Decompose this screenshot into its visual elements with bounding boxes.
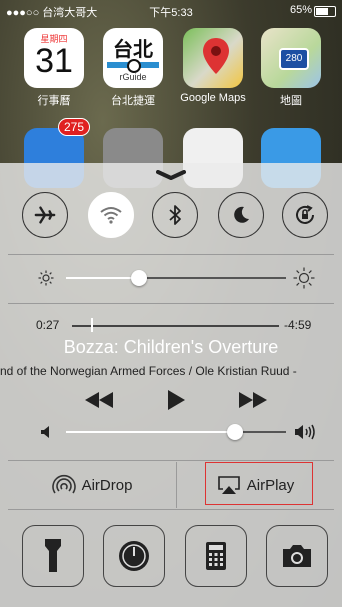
calendar-day-number: 31	[35, 42, 73, 80]
calendar-app[interactable]: 星期四 31	[24, 28, 84, 88]
scrubber-marker[interactable]	[90, 318, 93, 332]
moon-icon	[234, 206, 249, 223]
divider	[8, 254, 334, 255]
elapsed-time: 0:27	[36, 318, 60, 332]
airplay-button[interactable]: AirPlay	[177, 462, 334, 508]
divider	[8, 303, 334, 304]
volume-low-icon	[41, 426, 49, 438]
brightness-high-icon	[293, 267, 315, 289]
timer-button[interactable]	[103, 525, 165, 587]
play-icon[interactable]	[166, 389, 186, 411]
airdrop-icon	[51, 474, 76, 494]
brightness-fill	[66, 277, 139, 279]
flashlight-button[interactable]	[22, 525, 84, 587]
divider	[8, 460, 334, 461]
volume-fill	[66, 431, 236, 433]
maps-app[interactable]: 280	[261, 28, 321, 88]
calculator-button[interactable]	[185, 525, 247, 587]
google-maps-app-label: Google Maps	[180, 92, 246, 104]
song-artist: nd of the Norwegian Armed Forces / Ole K…	[0, 364, 297, 378]
taipei-metro-app[interactable]: 台北 rGuide	[103, 28, 163, 88]
calendar-app-label: 行事曆	[37, 95, 71, 107]
battery-icon	[314, 6, 336, 17]
camera-icon	[283, 545, 311, 567]
maps-app-label: 地圖	[280, 95, 302, 107]
airplay-icon	[217, 476, 240, 494]
airplane-mode-toggle[interactable]	[22, 192, 68, 238]
status-bar: ●●●○○ 台湾大哥大 下午5:33 65%	[0, 0, 342, 20]
dismiss-chevron-icon[interactable]	[156, 170, 186, 180]
do-not-disturb-toggle[interactable]	[218, 192, 264, 238]
remaining-time: -4:59	[284, 318, 312, 332]
google-maps-app[interactable]	[183, 28, 243, 88]
airdrop-button[interactable]: AirDrop	[8, 462, 176, 508]
bluetooth-icon	[169, 205, 181, 225]
battery-percent: 65%	[289, 4, 312, 16]
taipei-metro-title: 台北	[113, 39, 153, 61]
wifi-toggle[interactable]	[88, 192, 134, 238]
rotation-lock-icon	[296, 205, 314, 224]
airplay-label: AirPlay	[246, 476, 295, 494]
mail-badge: 275	[58, 118, 91, 136]
wifi-icon	[100, 207, 122, 224]
taipei-metro-sub: rGuide	[119, 72, 147, 82]
divider	[8, 509, 334, 510]
brightness-low-icon	[38, 270, 54, 286]
rotation-lock-toggle[interactable]	[282, 192, 328, 238]
airplane-icon	[34, 206, 56, 224]
taipei-metro-app-label: 台北捷運	[111, 95, 155, 107]
calculator-icon	[206, 542, 226, 570]
timer-icon	[119, 541, 149, 571]
map-pin-icon	[203, 38, 229, 74]
song-title: Bozza: Children's Overture	[63, 337, 279, 357]
camera-button[interactable]	[266, 525, 328, 587]
volume-high-icon	[295, 424, 315, 440]
bluetooth-toggle[interactable]	[152, 192, 198, 238]
airdrop-label: AirDrop	[81, 476, 133, 494]
flashlight-icon	[45, 539, 61, 572]
rewind-icon[interactable]	[84, 391, 114, 409]
scrubber-track[interactable]	[72, 325, 279, 327]
brightness-slider-knob[interactable]	[130, 270, 147, 286]
highway-sign-icon: 280	[279, 48, 309, 70]
fast-forward-icon[interactable]	[238, 391, 268, 409]
metro-station-dot	[127, 59, 141, 73]
